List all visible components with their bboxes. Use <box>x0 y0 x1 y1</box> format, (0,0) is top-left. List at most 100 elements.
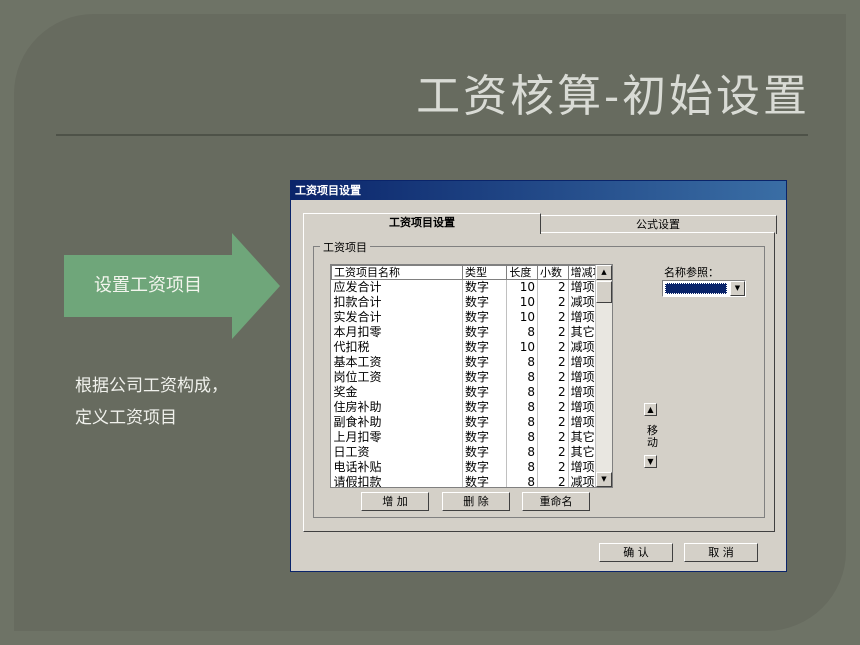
cell-name: 岗位工资 <box>331 370 463 385</box>
cell-decimals: 2 <box>537 415 569 430</box>
table-row[interactable]: 奖金 数字 8 2 增项 <box>331 385 612 400</box>
cell-decimals: 2 <box>537 400 569 415</box>
list-scrollbar[interactable]: ▲ ▼ <box>595 265 612 487</box>
cell-name: 日工资 <box>331 445 463 460</box>
cell-length: 8 <box>506 325 538 340</box>
move-label: 移动 <box>647 424 658 449</box>
cell-type: 数字 <box>462 445 508 460</box>
cell-name: 扣款合计 <box>331 295 463 310</box>
tab-salary-items[interactable]: 工资项目设置 <box>303 213 541 234</box>
dropdown-selection <box>665 283 727 294</box>
ok-button[interactable]: 确 认 <box>599 543 673 562</box>
add-button[interactable]: 增 加 <box>361 492 429 511</box>
table-row[interactable]: 扣款合计 数字 10 2 减项 <box>331 295 612 310</box>
slide-background: 工资核算-初始设置 设置工资项目 根据公司工资构成， 定义工资项目 工资项目设置… <box>0 0 860 645</box>
name-reference-label: 名称参照： <box>664 266 719 279</box>
cell-length: 10 <box>506 279 538 295</box>
cell-name: 应发合计 <box>331 279 463 295</box>
salary-items-table: 工资项目名称 类型 长度 小数 增减项 应发合计 数字 10 2 增项 扣款合计 数字 10 2… <box>331 265 612 487</box>
slide-title: 工资核算-初始设置 <box>416 71 810 122</box>
cell-name: 电话补贴 <box>331 460 463 475</box>
table-row[interactable]: 岗位工资 数字 8 2 增项 <box>331 370 612 385</box>
cell-name: 本月扣零 <box>331 325 463 340</box>
cell-length: 10 <box>506 295 538 310</box>
move-down-icon[interactable]: ▼ <box>644 455 657 468</box>
table-row[interactable]: 日工资 数字 8 2 其它 <box>331 445 612 460</box>
cell-name: 请假扣款 <box>331 475 463 487</box>
cell-decimals: 2 <box>537 355 569 370</box>
cell-length: 10 <box>506 310 538 325</box>
table-row[interactable]: 本月扣零 数字 8 2 其它 <box>331 325 612 340</box>
scroll-down-icon[interactable]: ▼ <box>596 472 612 487</box>
cell-decimals: 2 <box>537 475 569 487</box>
cell-decimals: 2 <box>537 340 569 355</box>
table-row[interactable]: 实发合计 数字 10 2 增项 <box>331 310 612 325</box>
cell-name: 实发合计 <box>331 310 463 325</box>
cell-type: 数字 <box>462 460 508 475</box>
cell-type: 数字 <box>462 340 508 355</box>
cell-decimals: 2 <box>537 460 569 475</box>
table-row[interactable]: 上月扣零 数字 8 2 其它 <box>331 430 612 445</box>
cell-type: 数字 <box>462 400 508 415</box>
cell-length: 8 <box>506 385 538 400</box>
cell-type: 数字 <box>462 385 508 400</box>
table-row[interactable]: 基本工资 数字 8 2 增项 <box>331 355 612 370</box>
table-row[interactable]: 电话补贴 数字 8 2 增项 <box>331 460 612 475</box>
tab-panel: 工资项目 工资项目名称 类型 长度 小数 增减项 应发合计 数字 10 2 增项… <box>303 232 775 532</box>
cell-length: 10 <box>506 340 538 355</box>
table-row[interactable]: 住房补助 数字 8 2 增项 <box>331 400 612 415</box>
cell-decimals: 2 <box>537 430 569 445</box>
cell-length: 8 <box>506 370 538 385</box>
cell-decimals: 2 <box>537 370 569 385</box>
rename-button[interactable]: 重命名 <box>522 492 590 511</box>
description-line-1: 根据公司工资构成， <box>75 376 228 396</box>
cell-decimals: 2 <box>537 279 569 295</box>
cell-length: 8 <box>506 430 538 445</box>
description-line-2: 定义工资项目 <box>75 408 177 428</box>
move-up-icon[interactable]: ▲ <box>644 403 657 416</box>
group-label: 工资项目 <box>320 239 370 255</box>
cell-length: 8 <box>506 355 538 370</box>
cancel-button[interactable]: 取 消 <box>684 543 758 562</box>
salary-items-list[interactable]: 工资项目名称 类型 长度 小数 增减项 应发合计 数字 10 2 增项 扣款合计 数字 10 2… <box>330 264 613 488</box>
title-divider <box>56 134 808 136</box>
cell-type: 数字 <box>462 310 508 325</box>
name-reference-dropdown[interactable]: ▼ <box>662 280 746 297</box>
column-header-length[interactable]: 长度 <box>506 265 538 280</box>
table-row[interactable]: 代扣税 数字 10 2 减项 <box>331 340 612 355</box>
dialog-titlebar: 工资项目设置 <box>291 181 786 200</box>
scroll-up-icon[interactable]: ▲ <box>596 265 612 280</box>
delete-button[interactable]: 删 除 <box>442 492 510 511</box>
table-row[interactable]: 副食补助 数字 8 2 增项 <box>331 415 612 430</box>
scroll-thumb[interactable] <box>596 281 612 303</box>
table-row[interactable]: 应发合计 数字 10 2 增项 <box>331 279 612 295</box>
table-body: 应发合计 数字 10 2 增项 扣款合计 数字 10 2 减项 实发合计 数字 10 2 增项 本月扣零 数字 8… <box>331 279 612 487</box>
column-header-name[interactable]: 工资项目名称 <box>331 265 463 280</box>
cell-length: 8 <box>506 415 538 430</box>
cell-decimals: 2 <box>537 325 569 340</box>
table-header-row: 工资项目名称 类型 长度 小数 增减项 <box>331 265 612 280</box>
cell-type: 数字 <box>462 279 508 295</box>
cell-decimals: 2 <box>537 445 569 460</box>
cell-type: 数字 <box>462 295 508 310</box>
chevron-down-icon[interactable]: ▼ <box>730 281 745 296</box>
column-header-type[interactable]: 类型 <box>461 265 508 280</box>
salary-item-dialog: 工资项目设置 工资项目设置 公式设置 工资项目 工资项目名称 类型 长度 小数 … <box>290 180 787 572</box>
arrow-label: 设置工资项目 <box>94 275 202 296</box>
cell-type: 数字 <box>462 325 508 340</box>
cell-name: 代扣税 <box>331 340 463 355</box>
cell-type: 数字 <box>462 355 508 370</box>
cell-name: 副食补助 <box>331 415 463 430</box>
column-header-decimals[interactable]: 小数 <box>536 265 569 280</box>
cell-name: 基本工资 <box>331 355 463 370</box>
cell-name: 住房补助 <box>331 400 463 415</box>
table-row[interactable]: 请假扣款 数字 8 2 减项 <box>331 475 612 487</box>
cell-length: 8 <box>506 475 538 487</box>
cell-type: 数字 <box>462 415 508 430</box>
cell-type: 数字 <box>462 475 508 487</box>
cell-length: 8 <box>506 460 538 475</box>
cell-decimals: 2 <box>537 385 569 400</box>
cell-decimals: 2 <box>537 295 569 310</box>
cell-type: 数字 <box>462 370 508 385</box>
tab-strip: 工资项目设置 公式设置 <box>303 213 777 234</box>
